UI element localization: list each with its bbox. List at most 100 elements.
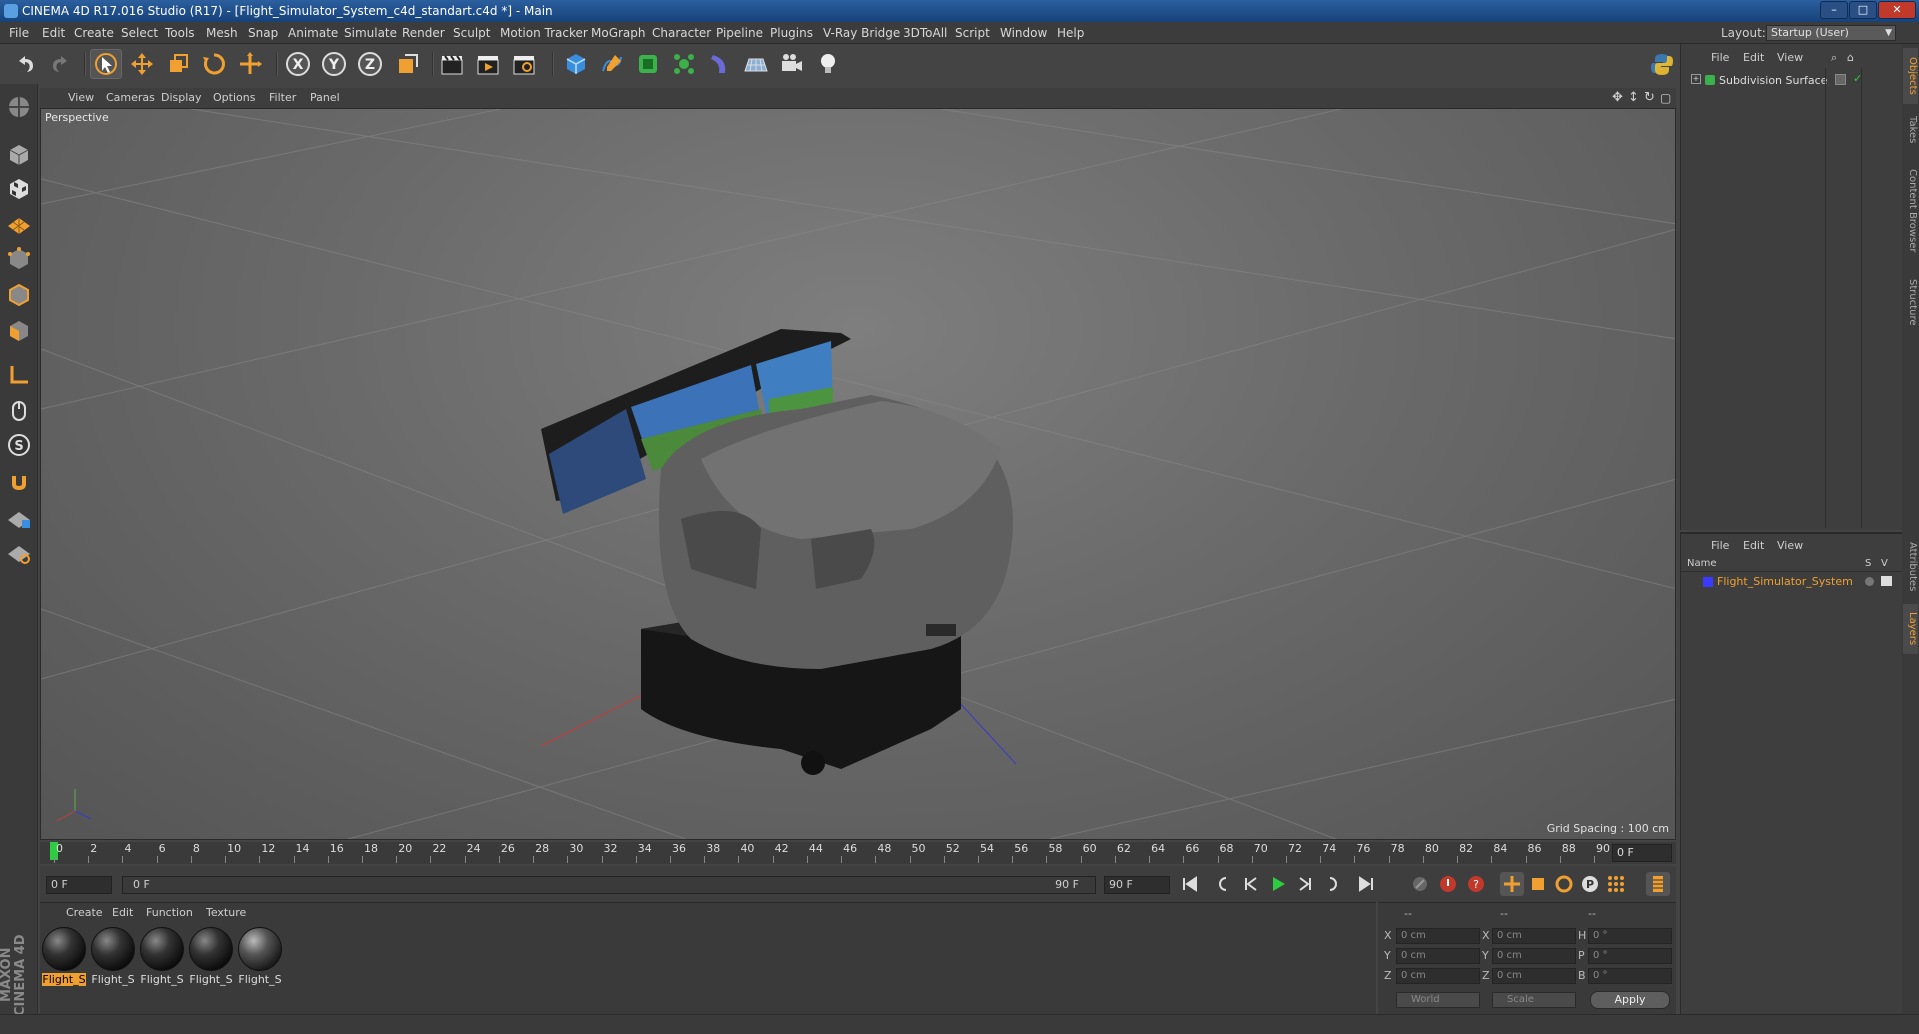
- menu-select[interactable]: Select: [121, 22, 158, 44]
- material-menu-create[interactable]: Create: [66, 903, 103, 923]
- menu-3dtoall[interactable]: 3DToAll: [903, 22, 947, 44]
- menu-render[interactable]: Render: [402, 22, 445, 44]
- layer-menu-view[interactable]: View: [1777, 536, 1803, 556]
- material-menu-function[interactable]: Function: [146, 903, 193, 923]
- key-rotation-toggle[interactable]: [1552, 872, 1576, 896]
- perspective-viewport[interactable]: Perspective Grid Spacing : 100 cm: [40, 108, 1676, 840]
- y-axis-toggle[interactable]: Y: [318, 49, 350, 79]
- play-forwards-button[interactable]: [1266, 872, 1290, 896]
- close-button[interactable]: ✕: [1878, 1, 1916, 19]
- live-selection-tool[interactable]: [90, 49, 122, 79]
- menu-tools[interactable]: Tools: [165, 22, 195, 44]
- model-mode-button[interactable]: [4, 140, 34, 170]
- transform-tool[interactable]: [234, 49, 266, 79]
- menu-pipeline[interactable]: Pipeline: [716, 22, 763, 44]
- planar-workplane-button[interactable]: [4, 538, 34, 568]
- object-menu-file[interactable]: File: [1711, 48, 1729, 68]
- menu-mograph[interactable]: MoGraph: [591, 22, 646, 44]
- menu-simulate[interactable]: Simulate: [344, 22, 397, 44]
- axis-mode-button[interactable]: [4, 360, 34, 390]
- menu-mesh[interactable]: Mesh: [206, 22, 238, 44]
- go-to-start-button[interactable]: [1178, 872, 1202, 896]
- add-subdivision-surface-button[interactable]: [632, 49, 664, 79]
- menu-sculpt[interactable]: Sculpt: [453, 22, 490, 44]
- minimize-button[interactable]: –: [1820, 1, 1848, 19]
- menu-window[interactable]: Window: [1000, 22, 1047, 44]
- add-spline-button[interactable]: [596, 49, 628, 79]
- size-z-field[interactable]: 0 cm: [1492, 968, 1576, 984]
- tab-content-browser[interactable]: Content Browser: [1903, 156, 1918, 266]
- coordinate-space-dropdown[interactable]: World: [1396, 992, 1480, 1008]
- autokeying-button[interactable]: ?: [1464, 872, 1488, 896]
- pos-y-field[interactable]: 0 cm: [1396, 948, 1480, 964]
- apply-button[interactable]: Apply: [1590, 991, 1670, 1009]
- menu-snap[interactable]: Snap: [248, 22, 278, 44]
- go-to-previous-key-button[interactable]: [1210, 872, 1234, 896]
- pos-x-field[interactable]: 0 cm: [1396, 928, 1480, 944]
- x-axis-toggle[interactable]: X: [282, 49, 314, 79]
- motion-record-toggle[interactable]: [1408, 872, 1432, 896]
- viewport-rotate-icon[interactable]: ↻: [1644, 88, 1655, 108]
- texture-mode-button[interactable]: [4, 174, 34, 204]
- size-y-field[interactable]: 0 cm: [1492, 948, 1576, 964]
- size-x-field[interactable]: 0 cm: [1492, 928, 1576, 944]
- add-cube-button[interactable]: [560, 49, 592, 79]
- material-menu-texture[interactable]: Texture: [206, 903, 246, 923]
- material-thumbnail[interactable]: Flight_S: [189, 927, 233, 989]
- menu-file[interactable]: File: [9, 22, 29, 44]
- material-thumbnail[interactable]: Flight_S: [140, 927, 184, 989]
- maximize-button[interactable]: □: [1849, 1, 1877, 19]
- viewport-pan-icon[interactable]: ✥: [1612, 88, 1623, 108]
- timeline-ruler[interactable]: 0 2 4 6 8 10 12 14 16 18 20 22 24 26 28 30 32 34 36 38 40 42 4…: [40, 842, 1676, 864]
- snap-button[interactable]: S: [4, 430, 34, 460]
- viewport-dolly-icon[interactable]: ↕: [1628, 88, 1639, 108]
- pos-z-field[interactable]: 0 cm: [1396, 968, 1480, 984]
- go-to-next-key-button[interactable]: [1322, 872, 1346, 896]
- material-thumbnail[interactable]: Flight_S: [42, 927, 86, 989]
- make-editable-button[interactable]: [4, 92, 34, 122]
- menu-character[interactable]: Character: [652, 22, 711, 44]
- layout-dropdown[interactable]: Startup (User) ▼: [1766, 25, 1896, 41]
- add-mograph-cloner-button[interactable]: [668, 49, 700, 79]
- go-to-next-frame-button[interactable]: [1294, 872, 1318, 896]
- render-to-picture-viewer-button[interactable]: [472, 49, 504, 79]
- object-menu-view[interactable]: View: [1777, 48, 1803, 68]
- material-menu-edit[interactable]: Edit: [112, 903, 133, 923]
- key-position-toggle[interactable]: [1500, 872, 1524, 896]
- rot-h-field[interactable]: 0 °: [1588, 928, 1672, 944]
- rot-b-field[interactable]: 0 °: [1588, 968, 1672, 984]
- expand-icon[interactable]: +: [1691, 74, 1701, 84]
- menu-script[interactable]: Script: [955, 22, 990, 44]
- viewport-menu-view[interactable]: View: [68, 88, 94, 108]
- move-tool[interactable]: [126, 49, 158, 79]
- render-settings-button[interactable]: [508, 49, 540, 79]
- tweak-mode-button[interactable]: [4, 396, 34, 426]
- menu-help[interactable]: Help: [1057, 22, 1084, 44]
- object-menu-edit[interactable]: Edit: [1743, 48, 1764, 68]
- tab-layers[interactable]: Layers: [1903, 604, 1918, 654]
- viewport-menu-cameras[interactable]: Cameras: [106, 88, 155, 108]
- points-mode-button[interactable]: [4, 244, 34, 274]
- key-scale-toggle[interactable]: [1526, 872, 1550, 896]
- material-thumbnail[interactable]: Flight_S: [91, 927, 135, 989]
- menu-create[interactable]: Create: [74, 22, 114, 44]
- render-view-button[interactable]: [436, 49, 468, 79]
- layer-row[interactable]: Flight_Simulator_System: [1681, 574, 1903, 590]
- viewport-maximize-icon[interactable]: ▢: [1660, 88, 1671, 108]
- tab-structure[interactable]: Structure: [1903, 272, 1918, 332]
- home-icon[interactable]: ⌂: [1847, 48, 1854, 68]
- add-floor-button[interactable]: [740, 49, 772, 79]
- tab-takes[interactable]: Takes: [1903, 110, 1918, 150]
- tab-objects[interactable]: Objects: [1903, 48, 1918, 104]
- layer-solo-dot-icon[interactable]: [1865, 577, 1874, 586]
- menu-animate[interactable]: Animate: [288, 22, 338, 44]
- coordinate-system-button[interactable]: [392, 49, 424, 79]
- object-row[interactable]: + Subdivision Surface ✓: [1681, 72, 1903, 90]
- scale-tool[interactable]: [162, 49, 194, 79]
- viewport-menu-display[interactable]: Display: [161, 88, 202, 108]
- record-active-objects-button[interactable]: [1436, 872, 1460, 896]
- viewport-menu-options[interactable]: Options: [213, 88, 255, 108]
- preview-range-slider[interactable]: 0 F 90 F: [122, 876, 1096, 894]
- end-frame-field[interactable]: 90 F: [1104, 876, 1170, 894]
- edges-mode-button[interactable]: [4, 280, 34, 310]
